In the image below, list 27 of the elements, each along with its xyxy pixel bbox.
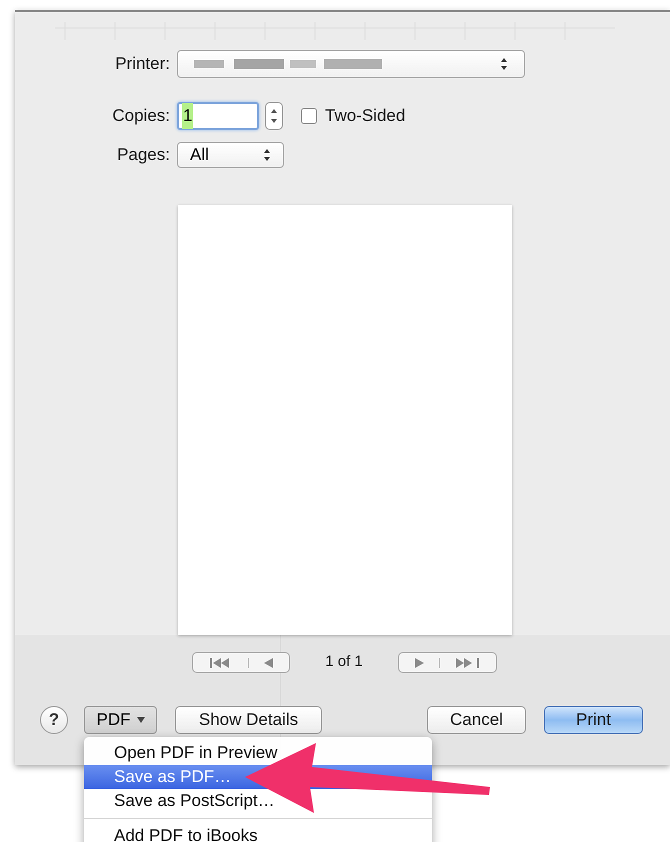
help-button[interactable]: ? bbox=[40, 706, 68, 734]
dialog-button[interactable]: Print bbox=[544, 706, 643, 734]
next-page-icon bbox=[414, 658, 424, 668]
last-page-icon bbox=[456, 658, 480, 668]
copies-field[interactable]: 1 bbox=[177, 102, 259, 130]
stepper-arrows-icon bbox=[270, 107, 278, 125]
menu-item[interactable]: Add PDF to iBooks bbox=[84, 824, 432, 842]
dropdown-caret-icon bbox=[136, 717, 144, 723]
first-previous-buttons[interactable] bbox=[192, 652, 290, 673]
pages-popup[interactable]: All bbox=[177, 142, 284, 168]
updown-arrows-icon bbox=[263, 148, 271, 162]
dialog-button[interactable]: Cancel bbox=[427, 706, 526, 734]
next-last-buttons[interactable] bbox=[398, 652, 497, 673]
dialog-button[interactable]: Show Details bbox=[175, 706, 322, 734]
blurred-name-icon bbox=[194, 58, 384, 70]
printer-label: Printer: bbox=[114, 53, 170, 76]
previous-page-icon bbox=[264, 658, 274, 668]
printer-popup[interactable] bbox=[177, 50, 525, 78]
updown-arrows-icon bbox=[500, 57, 508, 71]
pages-label: Pages: bbox=[116, 144, 170, 166]
two-sided-label: Two-Sided bbox=[325, 105, 406, 128]
copies-label: Copies: bbox=[111, 105, 170, 128]
page-indicator: 1 of 1 bbox=[324, 652, 364, 672]
two-sided-checkbox[interactable] bbox=[301, 108, 317, 124]
pdf-button[interactable]: PDF bbox=[84, 706, 157, 734]
menu-item[interactable]: Open PDF in Preview bbox=[84, 741, 432, 765]
stepper-control[interactable] bbox=[265, 102, 283, 130]
